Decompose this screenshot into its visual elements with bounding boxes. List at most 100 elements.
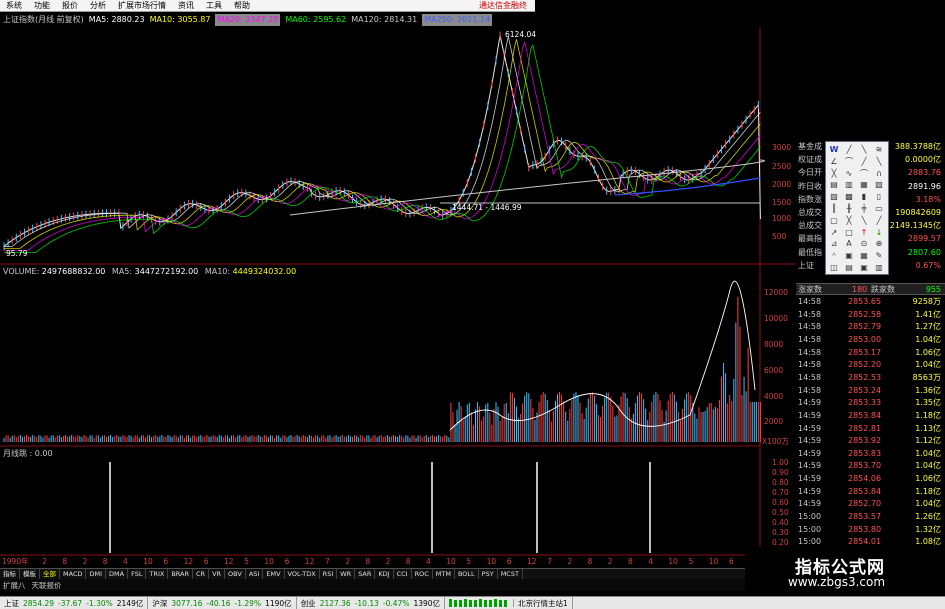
drawing-tool-icon[interactable]: ▤ [829,180,839,190]
drawing-tool-icon[interactable]: ≋ [874,145,884,155]
indicator-tab-9[interactable]: CR [193,568,210,580]
drawing-tool-icon[interactable]: ⊕ [874,239,884,249]
indicator-tab-13[interactable]: EMV [263,568,285,580]
indicator-tab-11[interactable]: OBV [225,568,246,580]
tick-volume: 1.27亿 [915,322,941,332]
up-count: 180 [852,285,868,294]
indicator-tab-17[interactable]: SAR [355,568,376,580]
drawing-tool-icon[interactable]: ⊙ [859,239,869,249]
drawing-tool-icon[interactable]: ▧ [874,180,884,190]
indicator-tab-2[interactable]: 全部 [40,568,60,580]
drawing-tool-icon[interactable]: ⌒ [844,157,854,167]
index-status-2[interactable]: 创业 2127.36 -10.13 -0.47% 1390亿 [297,596,446,609]
drawing-tool-icon[interactable]: ║ [829,204,839,214]
drawing-tool-icon[interactable]: □ [844,228,854,238]
volume-ma5-label: MA5: [111,267,133,276]
indicator-tab-15[interactable]: RSI [320,568,338,580]
indicator-tab-12[interactable]: ASI [246,568,264,580]
signal-bars-icon [445,599,515,607]
sub-tab-0[interactable]: 扩展八 [3,580,26,591]
drawing-tool-icon[interactable]: ╲ [874,157,884,167]
indicator-tab-16[interactable]: WR [337,568,356,580]
drawing-tool-icon[interactable]: ▮ [859,192,869,202]
date-tick-0: 1990年 [2,557,29,566]
indicator-tab-10[interactable]: VR [209,568,226,580]
drawing-tool-icon[interactable]: ᴬ [829,251,839,261]
drawing-tool-icon[interactable]: ╱ [874,216,884,226]
indicator-tab-24[interactable]: MCST [498,568,523,580]
volume-axis-label-2: 8000 [764,340,784,349]
drawing-tool-icon[interactable]: ╪ [859,204,869,214]
date-tick-31: 4 [648,557,653,566]
drawing-tool-icon[interactable]: ◫ [829,263,839,273]
drawing-tool-icon[interactable]: ▣ [859,263,869,273]
drawing-tool-icon[interactable]: ╱ [859,157,869,167]
drawing-tool-icon[interactable]: ▥ [874,263,884,273]
indicator-tab-8[interactable]: BRAR [168,568,193,580]
tick-volume: 1.06亿 [915,474,941,484]
index-value: 2854.29 [23,598,55,608]
drawing-tool-icon[interactable]: ∩ [874,169,884,179]
indicator-tab-1[interactable]: 模板 [20,568,40,580]
indicator-tab-14[interactable]: VOL-TDX [285,568,320,580]
indicator-tab-5[interactable]: DMA [106,568,129,580]
drawing-tool-icon[interactable]: W [829,145,839,155]
tick-price: 2852.20 [848,360,882,370]
indicator-tab-7[interactable]: TRIX [146,568,169,580]
drawing-tool-icon[interactable]: ▢ [829,216,839,226]
drawing-tool-icon[interactable]: ∠ [829,157,839,167]
drawing-tool-icon[interactable]: ⌒ [859,169,869,179]
indicator-tab-22[interactable]: BOLL [455,568,479,580]
index-status-0[interactable]: 上证 2854.29 -37.67 -1.30% 2149亿 [0,596,149,609]
drawing-tool-icon[interactable]: ▯ [874,192,884,202]
volume-axis-label-1: 10000 [764,314,788,323]
indicator-tab-18[interactable]: KDJ [375,568,394,580]
price-high-label: 6124.04 [505,30,537,39]
indicator-tab-6[interactable]: FSL [128,568,147,580]
indicator-tab-3[interactable]: MACD [60,568,87,580]
drawing-tool-icon[interactable]: ∿ [844,169,854,179]
indicator-tab-0[interactable]: 指标 [0,568,20,580]
index-change: -40.16 [206,598,231,608]
volume-ma10-value: 4449324032.00 [232,267,297,276]
info-row-value: 2149.1345亿 [889,221,941,231]
drawing-tool-icon[interactable]: ↗ [829,228,839,238]
drawing-tool-icon[interactable]: ▣ [844,251,854,261]
drawing-tool-icon[interactable]: ╳ [829,169,839,179]
indicator-tab-4[interactable]: DMI [86,568,107,580]
drawing-tool-icon[interactable]: ▦ [859,180,869,190]
info-row-value: 388.3788亿 [894,142,941,151]
drawing-tool-icon[interactable]: ▭ [874,204,884,214]
drawing-tool-icon[interactable]: ↓ [874,228,884,238]
drawing-tool-icon[interactable]: ╲ [859,216,869,226]
drawing-tool-icon[interactable]: ▤ [844,263,854,273]
info-row-value: 0.0000亿 [905,155,941,165]
drawing-tool-icon[interactable]: ╳ [844,216,854,226]
drawing-tool-icon[interactable]: ╲ [859,145,869,155]
server-name[interactable]: 北京行情主站1 [514,596,573,609]
indicator-tab-21[interactable]: MTM [433,568,455,580]
index-status-1[interactable]: 沪深 3077.16 -40.16 -1.29% 1190亿 [148,596,297,609]
tick-volume: 1.06亿 [915,347,941,357]
drawing-tool-icon[interactable]: ▦ [859,251,869,261]
market-breadth-row: 涨家数 180 跌家数 955 [796,283,945,295]
volume-axis-label-5: 2000 [764,417,784,426]
index-change: -37.67 [58,598,83,608]
drawing-tool-icon[interactable]: ╫ [844,204,854,214]
drawing-tool-palette[interactable]: W ╱ ╲ ≋ ∠ ⌒ ╱ ╲ ╳ ∿ ⌒ ∩ ▤ ▥ ▦ ▧ ▨ ▩ ▮ ▯ ║ ╫ ╪ ▭ ▢ ╳ ╲ ╱ ↗ □ ↑ ↓ ⊿ A ⊙ ⊕ ᴬ ▣ ▦ ✎… [825,141,889,275]
date-tick-19: 8 [405,557,411,566]
drawing-tool-icon[interactable]: ▩ [844,192,854,202]
sub-tabs: 扩展八 天联报价 [0,579,760,591]
drawing-tool-icon[interactable]: ⊿ [829,239,839,249]
drawing-tool-icon[interactable]: ▨ [829,192,839,202]
drawing-tool-icon[interactable]: ✎ [874,251,884,261]
tick-price: 2853.33 [848,398,882,408]
indicator-tab-23[interactable]: PSY [479,568,498,580]
drawing-tool-icon[interactable]: ↑ [859,228,869,238]
drawing-tool-icon[interactable]: ▥ [844,180,854,190]
drawing-tool-icon[interactable]: ╱ [844,145,854,155]
indicator-tab-19[interactable]: CCI [394,568,412,580]
indicator-tab-20[interactable]: ROC [412,568,433,580]
sub-tab-1[interactable]: 天联报价 [32,580,62,591]
drawing-tool-icon[interactable]: A [844,239,854,249]
